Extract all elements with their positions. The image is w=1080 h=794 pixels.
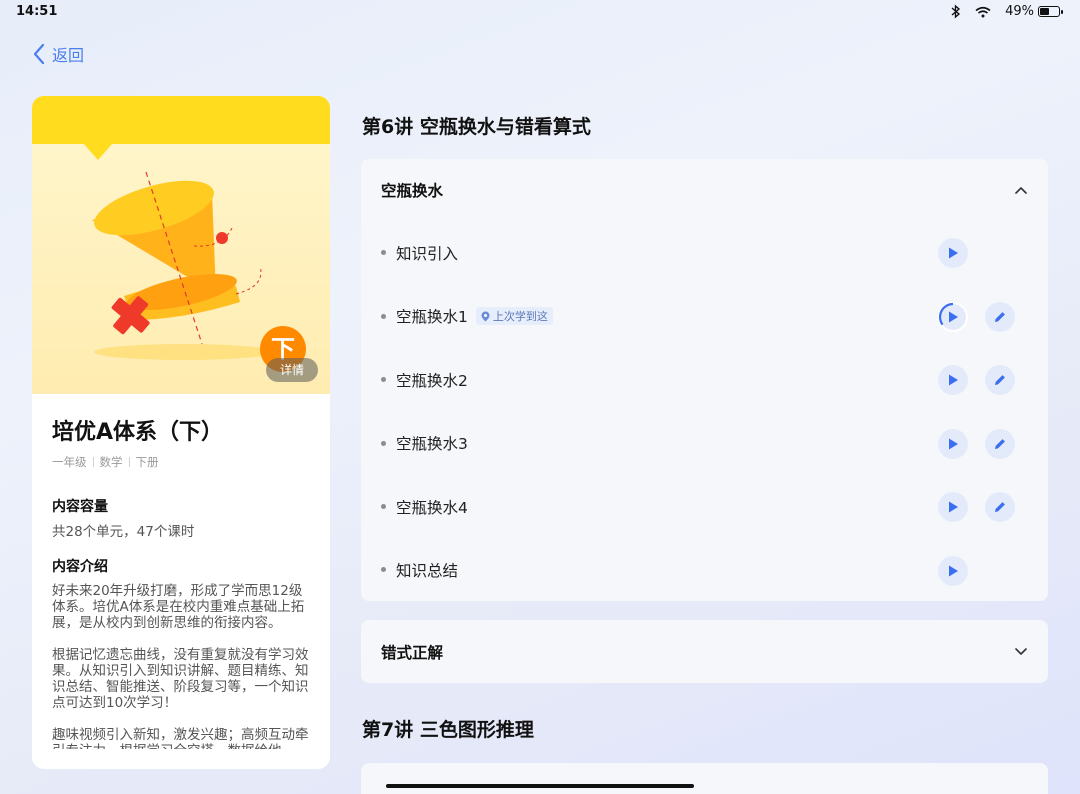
play-icon — [949, 501, 958, 513]
section-panel-next — [361, 763, 1048, 794]
chevron-down-icon — [1015, 647, 1027, 655]
lecture-title: 第6讲 空瓶换水与错看算式 — [362, 116, 591, 138]
lesson-row[interactable]: 知识引入 — [361, 221, 1048, 285]
intro-paragraph: 好未来20年升级打磨，形成了学而思12级体系。培优A体系是在校内重难点基础上拓展… — [52, 583, 305, 631]
status-icons: 49% — [951, 4, 1063, 19]
pencil-icon — [995, 311, 1005, 322]
lesson-label: 空瓶换水1 — [396, 308, 468, 327]
intro-paragraph: 趣味视频引入新知，激发兴趣；高频互动牵引专注力，根据学习全究塔，数据给他 — [52, 727, 309, 749]
course-title: 培优A体系（下） — [52, 420, 224, 445]
chevron-up-icon — [1015, 187, 1027, 194]
play-button[interactable] — [938, 555, 968, 586]
lesson-row[interactable]: 空瓶换水1 上次学到这 — [361, 285, 1048, 349]
intro-text[interactable]: 好未来20年升级打磨，形成了学而思12级体系。培优A体系是在校内重难点基础上拓展… — [52, 583, 310, 749]
battery-indicator: 49% — [1005, 4, 1063, 19]
play-button[interactable] — [938, 428, 968, 459]
battery-percent: 49% — [1005, 4, 1034, 19]
intro-title: 内容介绍 — [52, 559, 108, 575]
section-panel-error-correction: 错式正解 — [361, 620, 1048, 683]
lecture-title: 第7讲 三色图形推理 — [362, 719, 534, 741]
section-title: 空瓶换水 — [381, 182, 444, 200]
intro-paragraph: 根据记忆遗忘曲线，没有重复就没有学习效果。从知识引入到知识讲解、题目精练、知识总… — [52, 647, 309, 711]
capacity-text: 共28个单元，47个课时 — [52, 524, 195, 540]
course-meta: 一年级 数学 下册 — [52, 454, 310, 470]
capacity-title: 内容容量 — [52, 499, 108, 515]
back-button[interactable]: 返回 — [32, 42, 84, 66]
edit-button[interactable] — [985, 365, 1015, 395]
last-studied-label: 上次学到这 — [492, 310, 548, 324]
play-icon — [949, 374, 958, 386]
section-panel-empty-bottle: 空瓶换水 知识引入 空瓶换水1 上次学到这 空瓶换水2 空瓶换水3 空瓶换水4 … — [361, 159, 1048, 601]
detail-button[interactable]: 详情 — [266, 358, 318, 382]
bluetooth-icon — [951, 4, 961, 19]
play-button[interactable] — [938, 238, 968, 268]
section-header[interactable]: 错式正解 — [361, 620, 1048, 683]
edit-button[interactable] — [985, 428, 1015, 459]
course-info: 培优A体系（下） 一年级 数学 下册 内容容量 共28个单元，47个课时 内容介… — [32, 394, 330, 749]
pencil-icon — [995, 438, 1005, 449]
lesson-label: 空瓶换水4 — [396, 498, 468, 517]
play-button-in-progress[interactable] — [938, 301, 968, 332]
lesson-label: 知识引入 — [396, 244, 459, 263]
course-cover[interactable]: 下 详情 — [32, 96, 330, 394]
play-icon — [949, 311, 958, 322]
lesson-row[interactable]: 空瓶换水3 — [361, 412, 1048, 476]
last-studied-tag: 上次学到这 — [475, 307, 553, 326]
lesson-label: 空瓶换水2 — [396, 371, 468, 390]
location-pin-icon — [481, 311, 490, 322]
play-icon — [949, 438, 958, 449]
course-card: 下 详情 培优A体系（下） 一年级 数学 下册 内容容量 共28个单元，47个课… — [32, 96, 330, 769]
lesson-row[interactable]: 空瓶换水4 — [361, 475, 1048, 539]
wifi-icon — [975, 6, 991, 17]
play-button[interactable] — [938, 492, 968, 522]
battery-icon — [1038, 6, 1063, 17]
lesson-label: 空瓶换水3 — [396, 435, 468, 454]
battery-fill — [1040, 8, 1049, 15]
play-button[interactable] — [938, 365, 968, 395]
status-bar: 14:51 49% — [0, 0, 1080, 26]
lesson-row[interactable]: 知识总结 — [361, 539, 1048, 601]
edit-button[interactable] — [985, 301, 1015, 332]
home-indicator[interactable] — [386, 784, 694, 788]
section-title: 错式正解 — [381, 643, 444, 662]
play-icon — [949, 565, 958, 576]
meta-grade: 一年级 — [52, 455, 87, 469]
meta-volume: 下册 — [135, 455, 159, 469]
back-label: 返回 — [52, 46, 85, 65]
edit-button[interactable] — [985, 492, 1015, 522]
lesson-row[interactable]: 空瓶换水2 — [361, 348, 1048, 412]
chevron-left-icon — [33, 43, 45, 65]
meta-subject: 数学 — [99, 455, 123, 469]
pencil-icon — [995, 502, 1005, 512]
status-time: 14:51 — [16, 4, 58, 19]
section-header[interactable]: 空瓶换水 — [361, 159, 1048, 221]
lesson-label: 知识总结 — [396, 561, 459, 580]
pencil-icon — [995, 375, 1005, 385]
play-icon — [949, 247, 958, 259]
